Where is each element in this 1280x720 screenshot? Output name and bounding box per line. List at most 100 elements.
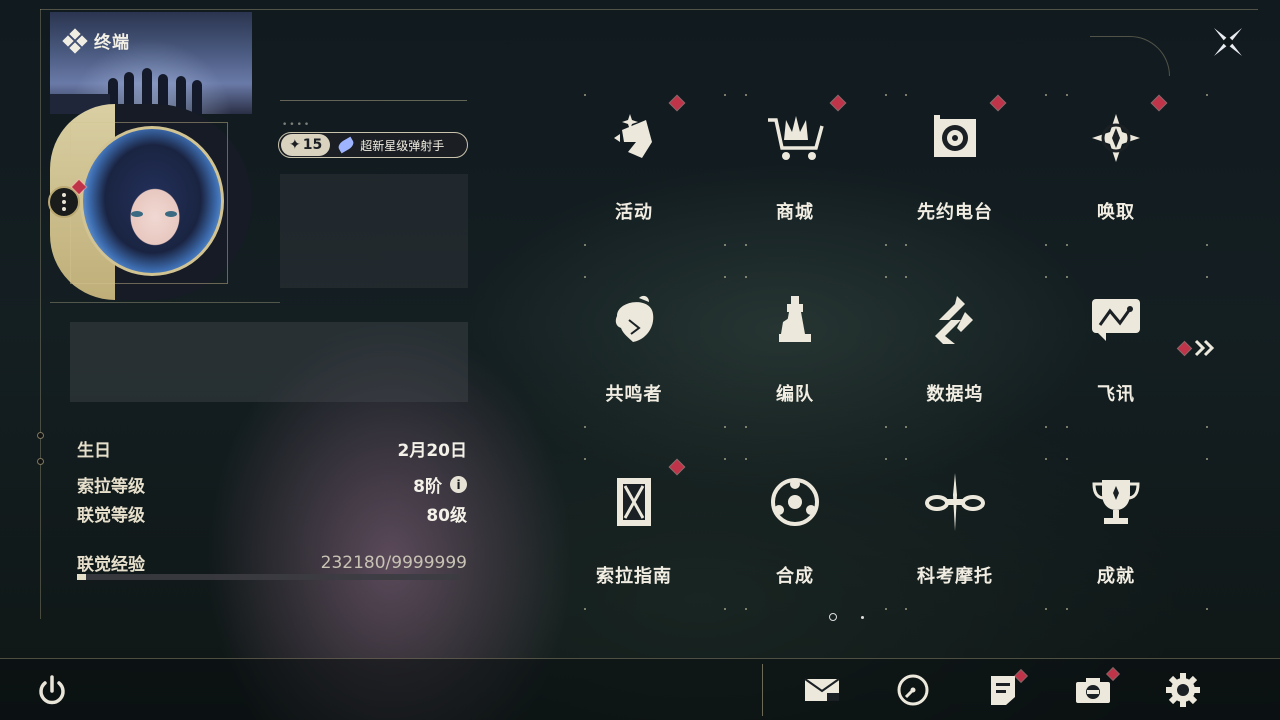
menu-item-label: 飞讯 — [1097, 384, 1135, 405]
page-indicator[interactable] — [861, 616, 864, 619]
data-bank-icon — [923, 288, 987, 352]
union-level-value: 80级 — [426, 506, 467, 526]
settings-gear-icon — [1166, 673, 1200, 707]
union-level-label: 联觉等级 — [77, 506, 145, 526]
grid-corner-dot — [584, 244, 586, 246]
menu-item-shop-cart[interactable]: 商城 — [725, 86, 865, 256]
page-indicator-active[interactable] — [829, 613, 837, 621]
blurred-name-area — [280, 174, 468, 288]
power-icon[interactable] — [34, 673, 70, 709]
double-chevron-right-icon — [1194, 339, 1215, 357]
union-level-row: 联觉等级 80级 — [77, 501, 467, 526]
terminal-title: 终端 — [62, 27, 130, 54]
slingshot-icon — [336, 136, 356, 154]
notice-icon — [991, 676, 1015, 705]
divider — [280, 100, 467, 101]
title-text: 超新星级弹射手 — [360, 138, 445, 153]
grid-corner-dot — [745, 276, 747, 278]
frame-node — [37, 458, 44, 465]
menu-item-convene[interactable]: 唤取 — [1046, 86, 1186, 256]
menu-item-label: 编队 — [776, 384, 814, 405]
grid-corner-dot — [1066, 94, 1068, 96]
menu-item-trophy[interactable]: 成就 — [1046, 450, 1186, 620]
menu-item-label: 活动 — [615, 202, 653, 223]
grid-corner-dot — [905, 276, 907, 278]
star-icon: ✦ — [289, 137, 301, 153]
birthday-row: 生日 2月20日 — [77, 436, 467, 461]
notice-button[interactable] — [983, 670, 1027, 710]
settings-button[interactable] — [1163, 670, 1203, 710]
grid-corner-dot — [1206, 458, 1208, 460]
grid-corner-dot — [1066, 458, 1068, 460]
clock-button[interactable] — [893, 670, 933, 710]
grid-corner-dot — [745, 608, 747, 610]
terminal-diamond-icon — [62, 27, 88, 54]
grid-corner-dot — [584, 608, 586, 610]
grid-corner-dot — [905, 608, 907, 610]
level-pill: ✦ 15 — [281, 134, 331, 156]
grid-corner-dot — [584, 458, 586, 460]
union-exp-value: 232180/9999999 — [320, 552, 467, 573]
camera-button[interactable] — [1073, 668, 1119, 710]
divider — [762, 664, 763, 716]
info-icon[interactable]: i — [450, 476, 467, 493]
sola-rank-label: 索拉等级 — [77, 477, 145, 497]
menu-item-label: 索拉指南 — [596, 566, 672, 587]
menu-item-label: 唤取 — [1097, 202, 1135, 223]
level-title-badge[interactable]: ✦ 15 超新星级弹射手 — [278, 132, 468, 158]
menu-item-guidebook[interactable]: 索拉指南 — [564, 450, 704, 620]
grid-corner-dot — [584, 276, 586, 278]
grid-corner-dot — [584, 94, 586, 96]
menu-item-resonator[interactable]: 共鸣者 — [564, 268, 704, 438]
grid-corner-dot — [745, 458, 747, 460]
divider — [50, 302, 280, 303]
menu-item-activity[interactable]: 活动 — [564, 86, 704, 256]
birthday-value: 2月20日 — [397, 441, 468, 461]
grid-corner-dot — [584, 426, 586, 428]
grid-corner-dot — [1206, 94, 1208, 96]
grid-corner-dot — [745, 426, 747, 428]
menu-item-label: 先约电台 — [917, 202, 993, 223]
resonator-icon — [602, 288, 666, 352]
menu-item-message[interactable]: 飞讯 — [1046, 268, 1186, 438]
blurred-signature-area — [70, 322, 468, 402]
menu-item-label: 成就 — [1097, 566, 1135, 587]
avatar-square-outline — [70, 122, 228, 284]
birthday-label: 生日 — [77, 441, 111, 461]
union-exp-label: 联觉经验 — [77, 555, 145, 575]
menu-item-synthesis[interactable]: 合成 — [725, 450, 865, 620]
grid-corner-dot — [1066, 244, 1068, 246]
frame-line-top — [40, 9, 1258, 10]
level-value: 15 — [302, 137, 323, 153]
sola-rank-row: 索拉等级 8阶 i — [77, 472, 467, 497]
menu-item-label: 商城 — [776, 202, 814, 223]
menu-item-radio[interactable]: 先约电台 — [885, 86, 1025, 256]
union-exp-bar — [77, 574, 459, 580]
grid-corner-dot — [745, 244, 747, 246]
notification-badge — [990, 95, 1006, 111]
next-page-button[interactable] — [1178, 338, 1219, 358]
menu-item-data-bank[interactable]: 数据坞 — [885, 268, 1025, 438]
menu-item-team-chess[interactable]: 编队 — [725, 268, 865, 438]
team-chess-icon — [763, 288, 827, 352]
motorcycle-icon — [923, 470, 987, 534]
guidebook-icon — [602, 470, 666, 534]
grid-corner-dot — [1066, 426, 1068, 428]
union-exp-fill — [77, 574, 86, 580]
grid-corner-dot — [745, 94, 747, 96]
trophy-icon — [1084, 470, 1148, 534]
decor-dots: •••• — [282, 120, 312, 130]
notification-badge — [669, 95, 685, 111]
menu-item-label: 数据坞 — [926, 384, 984, 405]
grid-corner-dot — [1206, 608, 1208, 610]
grid-corner-dot — [905, 458, 907, 460]
union-exp-row: 联觉经验 232180/9999999 — [77, 550, 467, 576]
mail-button[interactable] — [802, 670, 842, 710]
mail-icon — [804, 678, 840, 701]
close-button[interactable] — [1208, 22, 1248, 62]
menu-item-motorcycle[interactable]: 科考摩托 — [885, 450, 1025, 620]
grid-corner-dot — [1066, 276, 1068, 278]
menu-item-label: 共鸣者 — [605, 384, 663, 405]
message-icon — [1084, 288, 1148, 352]
grid-corner-dot — [905, 244, 907, 246]
